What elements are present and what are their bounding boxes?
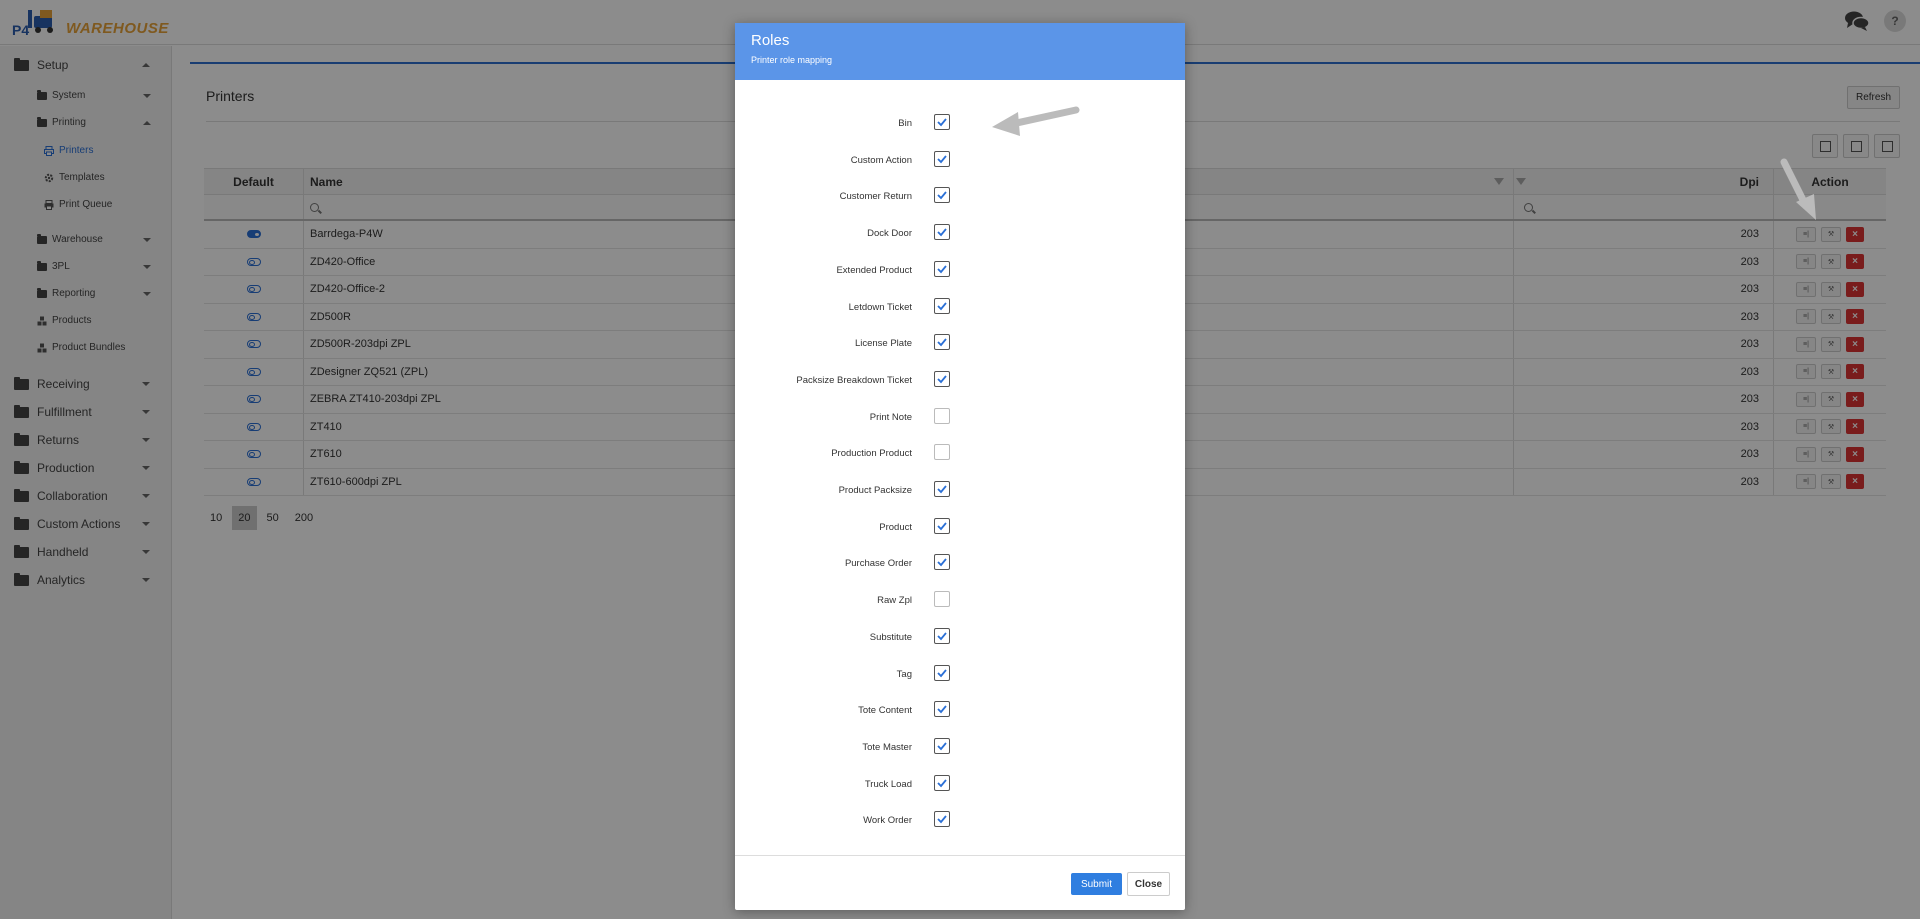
dialog-footer-divider [735,855,1185,856]
role-checkbox[interactable] [934,774,950,791]
checkmark-icon [937,375,947,384]
role-label: Extended Product [836,264,912,276]
role-label: Substitute [869,631,912,643]
role-checkbox[interactable] [934,627,950,644]
role-checkbox[interactable] [934,517,950,534]
role-row: Print Note [735,407,1185,428]
role-row: Raw Zpl [735,591,1185,611]
close-button[interactable]: Close [1127,872,1170,896]
checkmark-icon [937,191,947,200]
role-checkbox[interactable] [934,114,950,130]
role-row: Product [735,517,1185,538]
role-row: Tote Master [735,737,1185,758]
role-checkbox[interactable] [934,187,950,204]
roles-dialog: Roles Printer role mapping Bin Custom Act… [735,23,1185,910]
dialog-header: Roles Printer role mapping [735,23,1185,80]
checkmark-icon [937,815,947,824]
role-checkbox[interactable] [934,260,950,277]
role-label: Print Note [869,411,912,423]
role-row: Extended Product [735,260,1185,281]
role-label: Purchase Order [844,558,912,570]
role-label: Custom Action [850,154,912,166]
role-row: Dock Door [735,224,1185,244]
checkmark-icon [937,632,947,641]
role-checkbox[interactable] [934,554,950,571]
role-label: Truck Load [864,778,912,790]
role-row: Substitute [735,627,1185,648]
dialog-title: Roles [751,32,790,49]
submit-button[interactable]: Submit [1071,873,1122,895]
role-row: Custom Action [735,150,1185,171]
checkmark-icon [937,558,947,567]
role-row: Letdown Ticket [735,297,1185,318]
role-label: Tote Content [858,705,912,717]
role-label: Dock Door [867,228,912,240]
role-row: Bin [735,114,1185,134]
checkmark-icon [937,742,947,751]
role-label: Raw Zpl [877,595,912,607]
role-label: Tote Master [862,741,912,753]
dialog-subtitle: Printer role mapping [751,55,833,65]
checkmark-icon [937,118,947,127]
role-checkbox[interactable] [934,444,950,461]
checkmark-icon [937,668,947,677]
role-label: License Plate [854,338,912,350]
checkmark-icon [937,705,947,714]
role-checkbox[interactable] [934,811,950,828]
role-checkbox[interactable] [934,701,950,718]
role-label: Letdown Ticket [848,301,912,313]
role-row: License Plate [735,334,1185,354]
role-row: Production Product [735,444,1185,464]
checkmark-icon [937,301,947,310]
role-label: Tag [896,668,912,680]
checkmark-icon [937,155,947,164]
role-checkbox[interactable] [934,407,950,424]
checkmark-icon [937,522,947,531]
annotation-arrow [992,106,1080,136]
role-checkbox[interactable] [934,481,950,497]
role-label: Packsize Breakdown Ticket [796,374,912,386]
role-row: Tote Content [735,701,1185,721]
checkmark-icon [937,265,947,274]
role-label: Product [879,521,912,533]
annotation-arrow [1780,158,1816,220]
checkmark-icon [937,485,947,494]
role-checkbox[interactable] [934,334,950,351]
role-label: Customer Return [839,191,912,203]
role-row: Work Order [735,811,1185,831]
role-checkbox[interactable] [934,297,950,314]
role-row: Customer Return [735,187,1185,207]
role-label: Production Product [831,448,912,460]
role-checkbox[interactable] [934,737,950,754]
role-checkbox[interactable] [934,370,950,387]
checkmark-icon [937,779,947,787]
role-label: Product Packsize [838,485,912,496]
checkmark-icon [937,228,947,237]
role-row: Purchase Order [735,554,1185,574]
role-label: Work Order [863,815,912,827]
role-checkbox[interactable] [934,664,950,681]
role-label: Bin [898,118,912,129]
checkmark-icon [937,338,947,347]
role-row: Truck Load [735,774,1185,795]
role-checkbox[interactable] [934,150,950,167]
role-checkbox[interactable] [934,224,950,241]
role-row: Product Packsize [735,481,1185,501]
role-row: Packsize Breakdown Ticket [735,370,1185,391]
role-row: Tag [735,664,1185,685]
role-checkbox[interactable] [934,591,950,608]
